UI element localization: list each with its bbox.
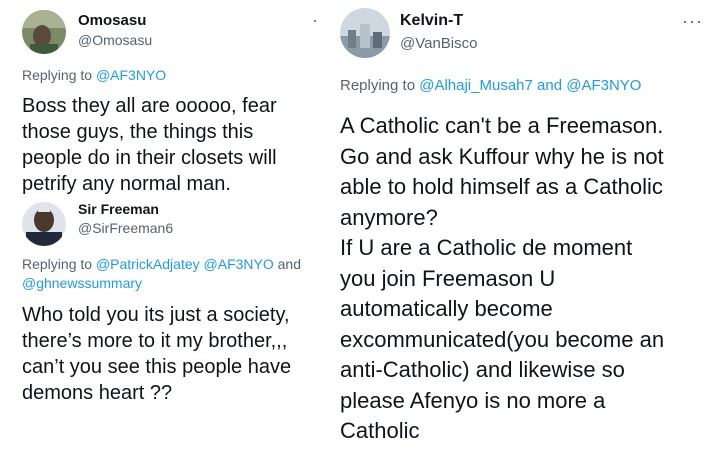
replying-to-line: Replying to @Alhaji_Musah7 and @AF3NYO bbox=[340, 77, 641, 94]
divider-dot bbox=[314, 20, 316, 22]
mention-link[interactable]: @AF3NYO bbox=[96, 67, 166, 83]
replying-to-line: Replying to @PatrickAdjatey @AF3NYO and … bbox=[22, 255, 301, 293]
avatar[interactable] bbox=[22, 10, 66, 54]
username[interactable]: @Omosasu bbox=[78, 32, 152, 48]
avatar[interactable] bbox=[22, 202, 66, 246]
display-name[interactable]: Omosasu bbox=[78, 12, 146, 29]
username[interactable]: @VanBisco bbox=[400, 35, 477, 52]
tweet-text: Boss they all are ooooo, fear those guys… bbox=[22, 95, 277, 195]
replying-and: and bbox=[537, 77, 563, 94]
replying-to-label: Replying to bbox=[340, 77, 416, 94]
tweet-text: Who told you its just a society, there’s… bbox=[22, 304, 292, 404]
replying-to-label: Replying to bbox=[22, 256, 93, 272]
avatar-sir-freeman-image bbox=[22, 202, 66, 246]
mention-links[interactable]: @PatrickAdjatey @AF3NYO bbox=[96, 256, 274, 272]
more-options-icon[interactable]: ··· bbox=[682, 12, 703, 30]
tweet-omosasu: Omosasu @Omosasu Replying to @AF3NYO Bos… bbox=[0, 0, 320, 200]
replying-to-label: Replying to bbox=[22, 67, 93, 83]
username[interactable]: @SirFreeman6 bbox=[78, 220, 173, 236]
avatar[interactable] bbox=[340, 8, 390, 58]
display-name[interactable]: Sir Freeman bbox=[78, 201, 159, 217]
avatar-omosasu-image bbox=[22, 10, 66, 54]
tweet-kelvin-t: Kelvin-T @VanBisco ··· Replying to @Alha… bbox=[330, 0, 720, 458]
display-name[interactable]: Kelvin-T bbox=[400, 12, 463, 30]
mention-link[interactable]: @AF3NYO bbox=[566, 77, 641, 94]
mention-link[interactable]: @ghnewssummary bbox=[22, 275, 142, 291]
replying-and: and bbox=[277, 256, 301, 272]
replying-to-line: Replying to @AF3NYO bbox=[22, 67, 166, 83]
tweet-text: A Catholic can't be a Freemason. Go and … bbox=[340, 113, 665, 443]
mention-link[interactable]: @Alhaji_Musah7 bbox=[419, 77, 533, 94]
avatar-kelvin-t-image bbox=[340, 8, 390, 58]
tweet-sir-freeman: Sir Freeman @SirFreeman6 Replying to @Pa… bbox=[0, 196, 320, 458]
